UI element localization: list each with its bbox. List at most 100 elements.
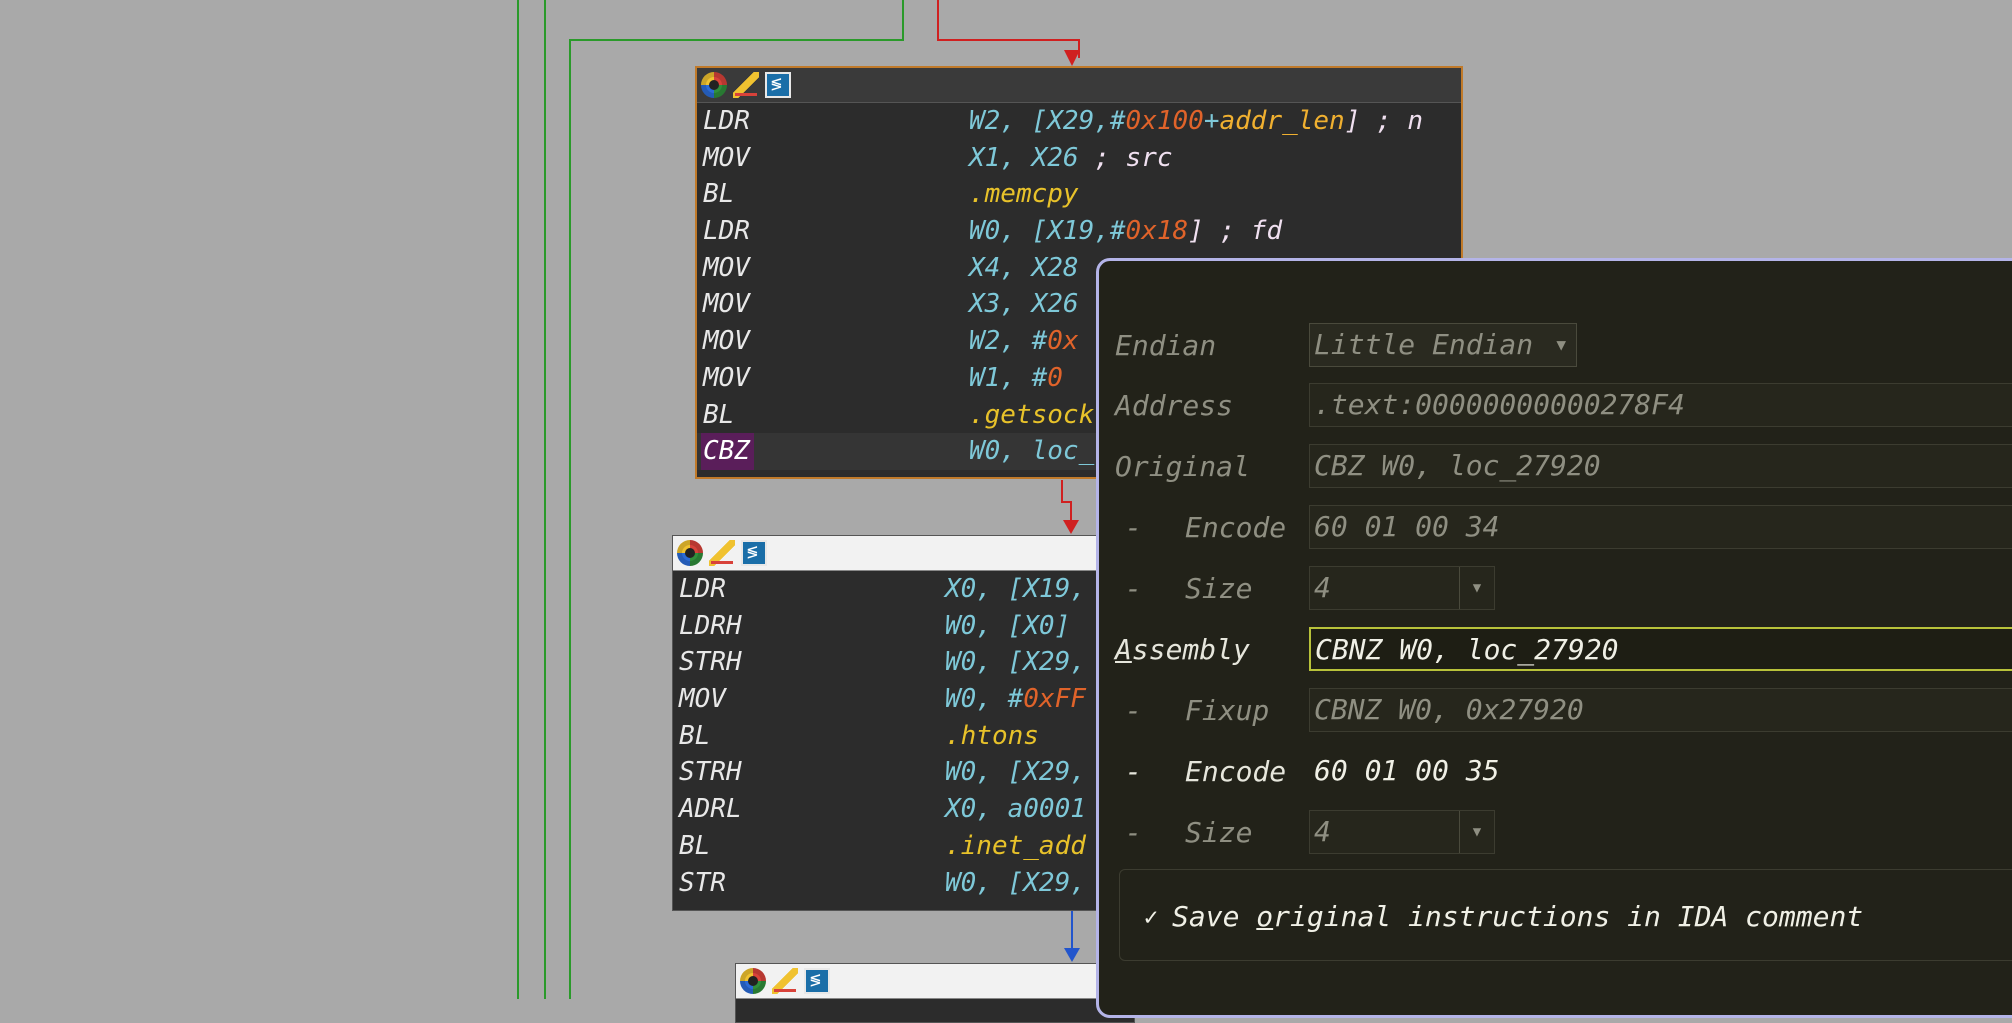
- color-palette-icon[interactable]: [740, 968, 766, 994]
- rename-icon[interactable]: [709, 540, 735, 566]
- asm-mnemonic[interactable]: MOV: [701, 286, 754, 323]
- asm-mnemonic[interactable]: BL: [677, 718, 714, 755]
- asm-line[interactable]: LDR X0, [X19,: [673, 571, 1141, 608]
- asm-mnemonic[interactable]: BL: [701, 397, 738, 434]
- new-size-row: - Size 4 ▼: [1099, 810, 2012, 858]
- asm-mnemonic[interactable]: MOV: [701, 140, 754, 177]
- save-original-group: ✓ Save original instructions in IDA comm…: [1119, 869, 2012, 961]
- original-size-select[interactable]: 4 ▼: [1309, 566, 1495, 610]
- save-original-label[interactable]: Save original instructions in IDA commen…: [1172, 900, 1863, 933]
- asm-mnemonic[interactable]: STR: [677, 865, 730, 902]
- edge-blue-arrow: [1064, 948, 1080, 962]
- asm-mnemonic[interactable]: LDR: [701, 103, 754, 140]
- edge-red-top: [937, 0, 1080, 58]
- asm-operands[interactable]: W0, #0xFF: [945, 681, 1086, 718]
- group-nodes-icon[interactable]: [765, 72, 791, 98]
- asm-listing: LDR X0, [X19, LDRH W0, [X0] STRH W0, [X29, MOV…: [673, 571, 1141, 901]
- original-size-row: - Size 4 ▼: [1099, 566, 2012, 614]
- asm-operands[interactable]: W0, loc_: [969, 433, 1094, 470]
- asm-line[interactable]: ADRL X0, a0001: [673, 791, 1141, 828]
- address-label: Address: [1115, 389, 1234, 422]
- original-size-value: 4: [1314, 571, 1331, 604]
- edge-red-top-arrow: [1064, 50, 1080, 66]
- endian-select[interactable]: Little Endian ▼: [1309, 323, 1577, 367]
- asm-mnemonic[interactable]: ADRL: [677, 791, 746, 828]
- asm-line[interactable]: MOV X1, X26 ; src: [697, 140, 1461, 177]
- rename-icon[interactable]: [772, 968, 798, 994]
- new-size-label: - Size: [1125, 816, 1253, 849]
- asm-mnemonic[interactable]: LDR: [677, 571, 730, 608]
- asm-operands[interactable]: W0, [X29,: [945, 865, 1086, 902]
- original-encode-label: - Encode: [1125, 511, 1287, 544]
- asm-line[interactable]: BL .memcpy: [697, 176, 1461, 213]
- asm-mnemonic[interactable]: MOV: [701, 323, 754, 360]
- assembly-label: Assembly: [1115, 633, 1250, 666]
- asm-operands[interactable]: W0, [X29,: [945, 644, 1086, 681]
- new-encode-label: - Encode: [1125, 755, 1287, 788]
- asm-operands[interactable]: X0, [X19,: [945, 571, 1086, 608]
- new-encode-row: - Encode 60 01 00 35: [1099, 749, 2012, 797]
- asm-operands[interactable]: X3, X26: [969, 286, 1079, 323]
- asm-operands[interactable]: W0, [X19,#0x18] ; fd: [969, 213, 1282, 250]
- asm-operands[interactable]: W2, #0x: [969, 323, 1079, 360]
- asm-operands[interactable]: .getsock: [969, 397, 1094, 434]
- rename-icon[interactable]: [733, 72, 759, 98]
- asm-operands[interactable]: .htons: [945, 718, 1039, 755]
- asm-line[interactable]: MOV W0, #0xFF: [673, 681, 1141, 718]
- color-palette-icon[interactable]: [701, 72, 727, 98]
- fixup-field[interactable]: CBNZ W0, 0x27920: [1309, 688, 2012, 732]
- asm-line[interactable]: LDRH W0, [X0]: [673, 608, 1141, 645]
- asm-line[interactable]: BL .inet_add: [673, 828, 1141, 865]
- asm-line[interactable]: STRH W0, [X29,: [673, 754, 1141, 791]
- asm-mnemonic[interactable]: BL: [677, 828, 714, 865]
- asm-operands[interactable]: W0, [X29,: [945, 754, 1086, 791]
- asm-mnemonic[interactable]: CBZ: [701, 433, 754, 470]
- asm-operands[interactable]: W1, #0: [969, 360, 1063, 397]
- endian-value: Little Endian: [1314, 328, 1534, 361]
- chevron-down-icon[interactable]: ▼: [1459, 567, 1494, 609]
- assembly-input[interactable]: CBNZ W0, loc_27920: [1309, 627, 2012, 671]
- new-encode-field[interactable]: 60 01 00 35: [1309, 749, 2012, 793]
- asm-operands[interactable]: X0, a0001: [945, 791, 1086, 828]
- asm-line[interactable]: STR W0, [X29,: [673, 865, 1141, 902]
- asm-mnemonic[interactable]: LDR: [701, 213, 754, 250]
- asm-operands[interactable]: X4, X28: [969, 250, 1079, 287]
- chevron-down-icon: ▼: [1556, 335, 1566, 354]
- asm-mnemonic[interactable]: BL: [701, 176, 738, 213]
- asm-mnemonic[interactable]: LDRH: [677, 608, 746, 645]
- asm-mnemonic[interactable]: MOV: [701, 250, 754, 287]
- asm-operands[interactable]: .inet_add: [945, 828, 1086, 865]
- fixup-label: - Fixup: [1125, 694, 1270, 727]
- asm-line[interactable]: BL .htons: [673, 718, 1141, 755]
- original-encode-field[interactable]: 60 01 00 34: [1309, 505, 2012, 549]
- asm-line[interactable]: STRH W0, [X29,: [673, 644, 1141, 681]
- color-palette-icon[interactable]: [677, 540, 703, 566]
- asm-mnemonic[interactable]: MOV: [701, 360, 754, 397]
- code-block-3[interactable]: [735, 963, 1135, 1023]
- original-field[interactable]: CBZ W0, loc_27920: [1309, 444, 2012, 488]
- group-nodes-icon[interactable]: [804, 968, 830, 994]
- new-size-select[interactable]: 4 ▼: [1309, 810, 1495, 854]
- endian-row: Endian Little Endian ▼: [1099, 323, 2012, 371]
- asm-operands[interactable]: W2, [X29,#0x100+addr_len] ; n: [969, 103, 1423, 140]
- block-titlebar: [736, 964, 1134, 999]
- asm-mnemonic[interactable]: MOV: [677, 681, 730, 718]
- asm-mnemonic[interactable]: STRH: [677, 644, 746, 681]
- asm-line[interactable]: LDR W2, [X29,#0x100+addr_len] ; n: [697, 103, 1461, 140]
- asm-line[interactable]: LDR W0, [X19,#0x18] ; fd: [697, 213, 1461, 250]
- asm-operands[interactable]: X1, X26 ; src: [969, 140, 1173, 177]
- asm-operands[interactable]: .memcpy: [969, 176, 1079, 213]
- group-nodes-icon[interactable]: [741, 540, 767, 566]
- chevron-down-icon[interactable]: ▼: [1459, 811, 1494, 853]
- edge-red-mid-arrow: [1063, 520, 1079, 534]
- save-original-checkbox[interactable]: ✓: [1138, 904, 1164, 930]
- address-field[interactable]: .text:00000000000278F4: [1309, 383, 2012, 427]
- code-block-2[interactable]: LDRX0, [X19,LDRHW0, [X0]STRHW0, [X29,MOV…: [672, 535, 1142, 911]
- block-titlebar: [697, 68, 1461, 103]
- asm-mnemonic[interactable]: STRH: [677, 754, 746, 791]
- original-encode-row: - Encode 60 01 00 34: [1099, 505, 2012, 553]
- original-size-label: - Size: [1125, 572, 1253, 605]
- asm-operands[interactable]: W0, [X0]: [945, 608, 1070, 645]
- address-row: Address .text:00000000000278F4: [1099, 383, 2012, 431]
- block-titlebar: [673, 536, 1141, 571]
